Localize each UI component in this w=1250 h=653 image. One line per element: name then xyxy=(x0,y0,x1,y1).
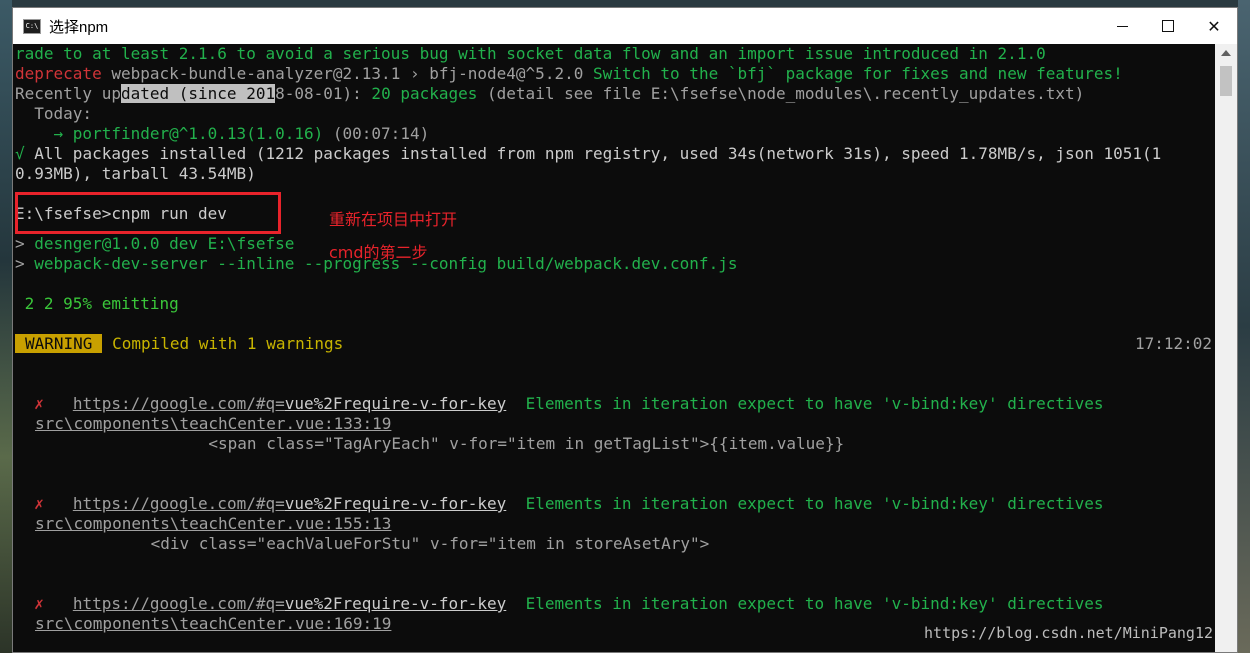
check-icon: √ xyxy=(15,144,25,163)
error-link-rule[interactable]: vue%2Frequire-v-for-key xyxy=(285,394,507,413)
scroll-thumb[interactable] xyxy=(1220,66,1232,96)
text-segment: (detail see file E:\fsefse\node_modules\… xyxy=(477,84,1085,103)
console-line: Recently updated (since 2018-08-01): 20 … xyxy=(15,84,1084,104)
text-segment: Recently up xyxy=(15,84,121,103)
cmd-window: C:\ 选择npm ✕ rade to at least 2.1.6 to av… xyxy=(12,7,1238,653)
deprecated-package: webpack-bundle-analyzer@2.13.1 › bfj-nod… xyxy=(101,64,584,83)
error-message: Elements in iteration expect to have 'v-… xyxy=(525,594,1104,613)
error-file: src\components\teachCenter.vue:155:13 xyxy=(35,514,392,533)
error-file: src\components\teachCenter.vue:169:19 xyxy=(35,614,392,633)
minimize-button[interactable] xyxy=(1099,8,1145,44)
console-line: √ All packages installed (1212 packages … xyxy=(15,144,1161,164)
warning-timestamp: 17:12:02 xyxy=(1135,334,1213,353)
update-time: (00:07:14) xyxy=(323,124,430,143)
console-line: > desnger@1.0.0 dev E:\fsefse xyxy=(15,234,294,254)
error-link-rule[interactable]: vue%2Frequire-v-for-key xyxy=(285,594,507,613)
updated-package: → portfinder@^1.0.13 xyxy=(15,124,247,143)
error-icon: ✗ xyxy=(34,594,44,613)
error-link[interactable]: https://google.com/#q= xyxy=(73,394,285,413)
desktop-background-right xyxy=(1238,0,1250,653)
selected-text: dated (since 201 xyxy=(120,84,276,103)
close-icon: ✕ xyxy=(1207,16,1221,36)
error-code: <div class="eachValueForStu" v-for="item… xyxy=(35,534,710,553)
text-segment: 8-08-01): xyxy=(275,84,362,103)
error-code: <span class="TagAryEach" v-for="item in … xyxy=(35,434,845,453)
script-info: desnger@1.0.0 dev E:\fsefse xyxy=(34,234,295,253)
package-version: (1.0.16) xyxy=(246,124,324,143)
console-line: Today: xyxy=(15,104,93,123)
error-icon: ✗ xyxy=(34,394,44,413)
package-count: 20 packages xyxy=(361,84,478,103)
maximize-icon xyxy=(1162,20,1174,32)
console-line: → portfinder@^1.0.13(1.0.16) (00:07:14) xyxy=(15,124,430,144)
install-summary: All packages installed (1212 packages in… xyxy=(24,144,1162,163)
error-message: Elements in iteration expect to have 'v-… xyxy=(525,494,1104,513)
prompt-chevron: > xyxy=(15,254,35,273)
error-file: src\components\teachCenter.vue:133:19 xyxy=(35,414,392,433)
console-line: 0.93MB), tarball 43.54MB) xyxy=(15,164,256,183)
deprecate-message: Switch to the `bfj` package for fixes an… xyxy=(583,64,1123,83)
error-line: ✗ https://google.com/#q=vue%2Frequire-v-… xyxy=(15,494,1104,514)
maximize-button[interactable] xyxy=(1145,8,1191,44)
prompt-chevron: > xyxy=(15,234,35,253)
highlight-box xyxy=(15,192,281,234)
warning-badge: WARNING xyxy=(15,334,103,353)
title-bar[interactable]: C:\ 选择npm ✕ xyxy=(13,8,1237,44)
error-link[interactable]: https://google.com/#q= xyxy=(73,594,285,613)
scroll-up-icon[interactable] xyxy=(1221,50,1231,56)
annotation-line-2: cmd的第二步 xyxy=(329,243,428,262)
error-line: ✗ https://google.com/#q=vue%2Frequire-v-… xyxy=(15,594,1104,614)
error-link[interactable]: https://google.com/#q= xyxy=(73,494,285,513)
error-link-rule[interactable]: vue%2Frequire-v-for-key xyxy=(285,494,507,513)
annotation-line-1: 重新在项目中打开 xyxy=(329,210,458,229)
minimize-icon xyxy=(1116,25,1128,27)
error-message: Elements in iteration expect to have 'v-… xyxy=(525,394,1104,413)
console-app-icon: C:\ xyxy=(23,18,41,34)
vertical-scrollbar[interactable] xyxy=(1215,44,1237,652)
watermark: https://blog.csdn.net/MiniPang12 xyxy=(924,624,1213,642)
desktop-background-left xyxy=(0,0,12,653)
deprecate-tag: deprecate xyxy=(15,64,102,83)
console-line: deprecate webpack-bundle-analyzer@2.13.1… xyxy=(15,64,1123,84)
window-controls: ✕ xyxy=(1099,8,1237,44)
console-line: rade to at least 2.1.6 to avoid a seriou… xyxy=(15,44,1046,63)
error-line: ✗ https://google.com/#q=vue%2Frequire-v-… xyxy=(15,394,1104,414)
progress-line: 2 2 95% emitting xyxy=(15,294,179,313)
error-icon: ✗ xyxy=(34,494,44,513)
warning-text: Compiled with 1 warnings xyxy=(102,334,344,353)
warning-line: WARNING Compiled with 1 warnings 17:12:02 xyxy=(15,334,1215,354)
close-button[interactable]: ✕ xyxy=(1191,8,1237,44)
window-title: 选择npm xyxy=(49,18,109,36)
console-output[interactable]: rade to at least 2.1.6 to avoid a seriou… xyxy=(15,44,1215,652)
